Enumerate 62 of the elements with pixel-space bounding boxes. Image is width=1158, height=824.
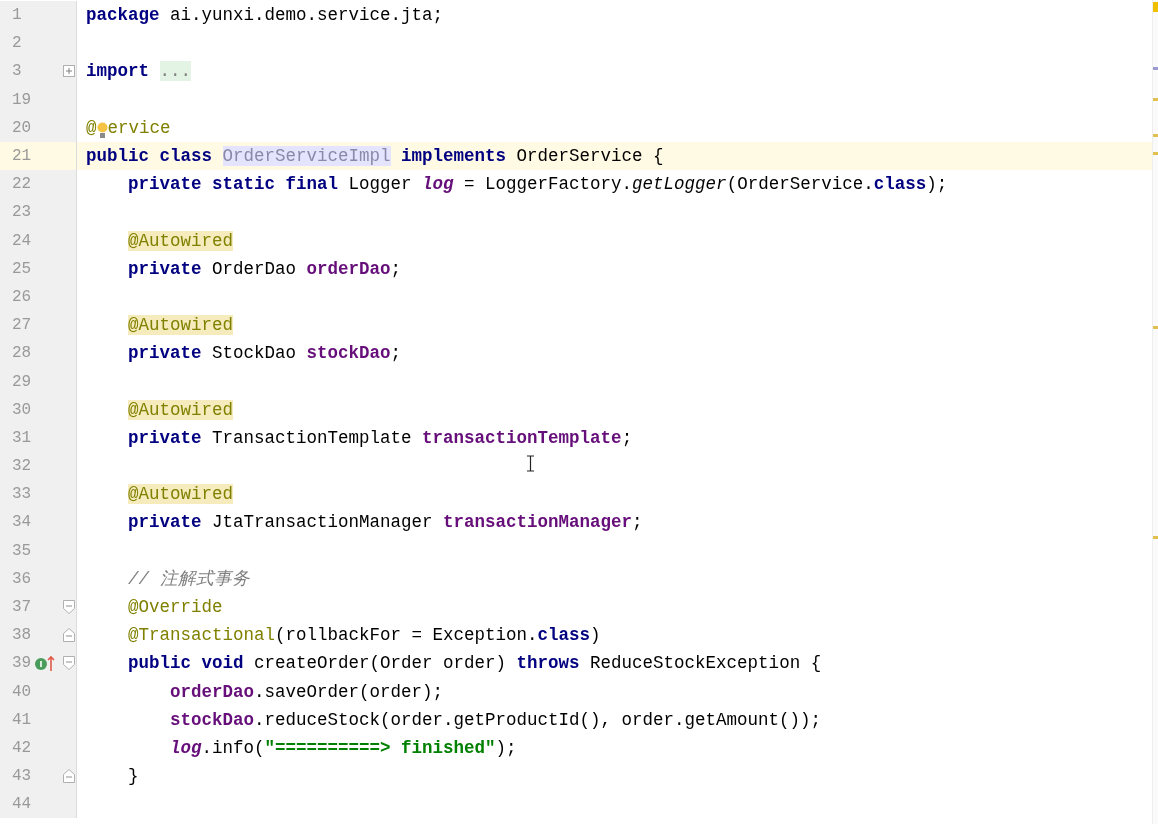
lightbulb-icon[interactable] xyxy=(96,121,108,140)
line-number: 23 xyxy=(12,202,33,224)
line-number: 39 xyxy=(12,653,33,675)
line-number: 41 xyxy=(12,709,33,731)
code-line: private JtaTransactionManager transactionManager; xyxy=(127,511,643,535)
code-line: // 注解式事务 xyxy=(127,567,250,591)
line-number: 40 xyxy=(12,681,33,703)
line-number: 37 xyxy=(12,597,33,619)
line-number: 3 xyxy=(12,61,23,83)
stripe-mark xyxy=(1153,152,1158,155)
line-number: 25 xyxy=(12,258,33,280)
line-number: 28 xyxy=(12,343,33,365)
line-number: 1 xyxy=(12,5,23,27)
line-number: 33 xyxy=(12,484,33,506)
stripe-mark xyxy=(1153,134,1158,137)
fold-icon[interactable] xyxy=(63,769,75,784)
line-number: 34 xyxy=(12,512,33,534)
annotation-text: @ xyxy=(86,116,97,140)
text-cursor-icon xyxy=(526,455,535,472)
code-line: stockDao.reduceStock(order.getProductId(), order.getAmount()); xyxy=(169,708,822,732)
line-number: 38 xyxy=(12,625,33,647)
code-line: log.info("==========> finished"); xyxy=(169,736,517,760)
stripe-mark xyxy=(1153,67,1158,70)
line-number: 44 xyxy=(12,794,33,816)
code-line: @Override xyxy=(127,596,223,620)
implements-method-icon[interactable] xyxy=(34,654,56,673)
line-number: 20 xyxy=(12,117,33,139)
stripe-mark xyxy=(1153,326,1158,329)
line-number: 30 xyxy=(12,399,33,421)
code-line: orderDao.saveOrder(order); xyxy=(169,680,444,704)
fold-icon[interactable] xyxy=(63,656,75,671)
line-number: 2 xyxy=(12,33,23,55)
line-number: 27 xyxy=(12,315,33,337)
line-number: 26 xyxy=(12,286,33,308)
fold-expand-icon[interactable] xyxy=(63,65,75,78)
stripe-mark xyxy=(1153,536,1158,539)
stripe-mark xyxy=(1153,98,1158,101)
code-line: private TransactionTemplate transactionTemplate; xyxy=(127,426,633,450)
code-line: private OrderDao orderDao; xyxy=(127,257,402,281)
line-number: 29 xyxy=(12,371,33,393)
fold-icon[interactable] xyxy=(63,600,75,615)
line-number: 22 xyxy=(12,174,33,196)
line-number: 35 xyxy=(12,540,33,562)
line-number: 42 xyxy=(12,737,33,759)
line-number: 21 xyxy=(12,146,33,168)
warning-marker xyxy=(1153,2,1158,12)
fold-icon[interactable] xyxy=(63,628,75,643)
line-number: 31 xyxy=(12,427,33,449)
line-number: 32 xyxy=(12,456,33,478)
line-number: 19 xyxy=(12,89,33,111)
annotation-text: ervice xyxy=(107,116,171,140)
code-line: private StockDao stockDao; xyxy=(127,342,402,366)
line-number: 24 xyxy=(12,230,33,252)
code-line: import ... xyxy=(86,60,192,84)
code-line: package ai.yunxi.demo.service.jta; xyxy=(86,4,444,28)
code-line: @Transactional(rollbackFor = Exception.class) xyxy=(127,624,601,648)
code-line: } xyxy=(127,765,139,789)
code-line: public class OrderServiceImpl implements OrderService { xyxy=(86,145,664,169)
line-number: 43 xyxy=(12,766,33,788)
line-number: 36 xyxy=(12,568,33,590)
code-line: private static final Logger log = LoggerFactory.getLogger(OrderService.class); xyxy=(127,173,948,197)
code-line: public void createOrder(Order order) throws ReduceStockException { xyxy=(127,652,822,676)
